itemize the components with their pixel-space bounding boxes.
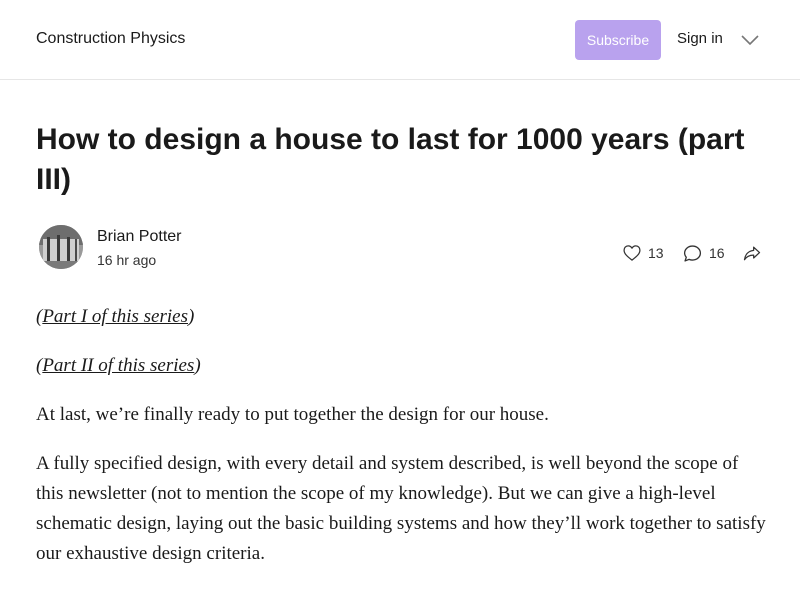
close-paren: ) xyxy=(188,306,195,327)
comments-button[interactable]: 16 xyxy=(682,242,725,264)
post-title: How to design a house to last for 1000 y… xyxy=(36,123,745,196)
subscribe-button[interactable]: Subscribe xyxy=(575,20,661,60)
series-link-paragraph-2: (Part II of this series) xyxy=(36,351,766,381)
part-two-link[interactable]: Part II of this series xyxy=(42,355,194,376)
author-name[interactable]: Brian Potter xyxy=(97,228,181,246)
post-date: 16 hr ago xyxy=(97,252,157,268)
share-icon xyxy=(743,246,761,261)
sign-in-button[interactable]: Sign in xyxy=(677,30,723,47)
close-paren: ) xyxy=(194,355,201,376)
comment-icon xyxy=(683,244,702,262)
chevron-down-icon[interactable] xyxy=(740,32,760,48)
top-navigation-bar: Construction Physics Subscribe Sign in xyxy=(0,0,800,80)
share-button[interactable] xyxy=(742,242,762,264)
avatar-image xyxy=(39,225,83,269)
post-body: (Part I of this series) (Part II of this… xyxy=(36,302,766,588)
body-paragraph: A fully specified design, with every det… xyxy=(36,453,766,564)
site-title[interactable]: Construction Physics xyxy=(36,30,185,48)
like-button[interactable]: 13 xyxy=(622,242,664,264)
author-avatar[interactable] xyxy=(39,225,83,269)
comment-count: 16 xyxy=(709,245,725,261)
series-link-paragraph-1: (Part I of this series) xyxy=(36,302,766,332)
like-count: 13 xyxy=(648,245,664,261)
body-paragraph: At last, we’re finally ready to put toge… xyxy=(36,404,549,425)
heart-icon xyxy=(623,245,641,261)
part-one-link[interactable]: Part I of this series xyxy=(42,306,188,327)
